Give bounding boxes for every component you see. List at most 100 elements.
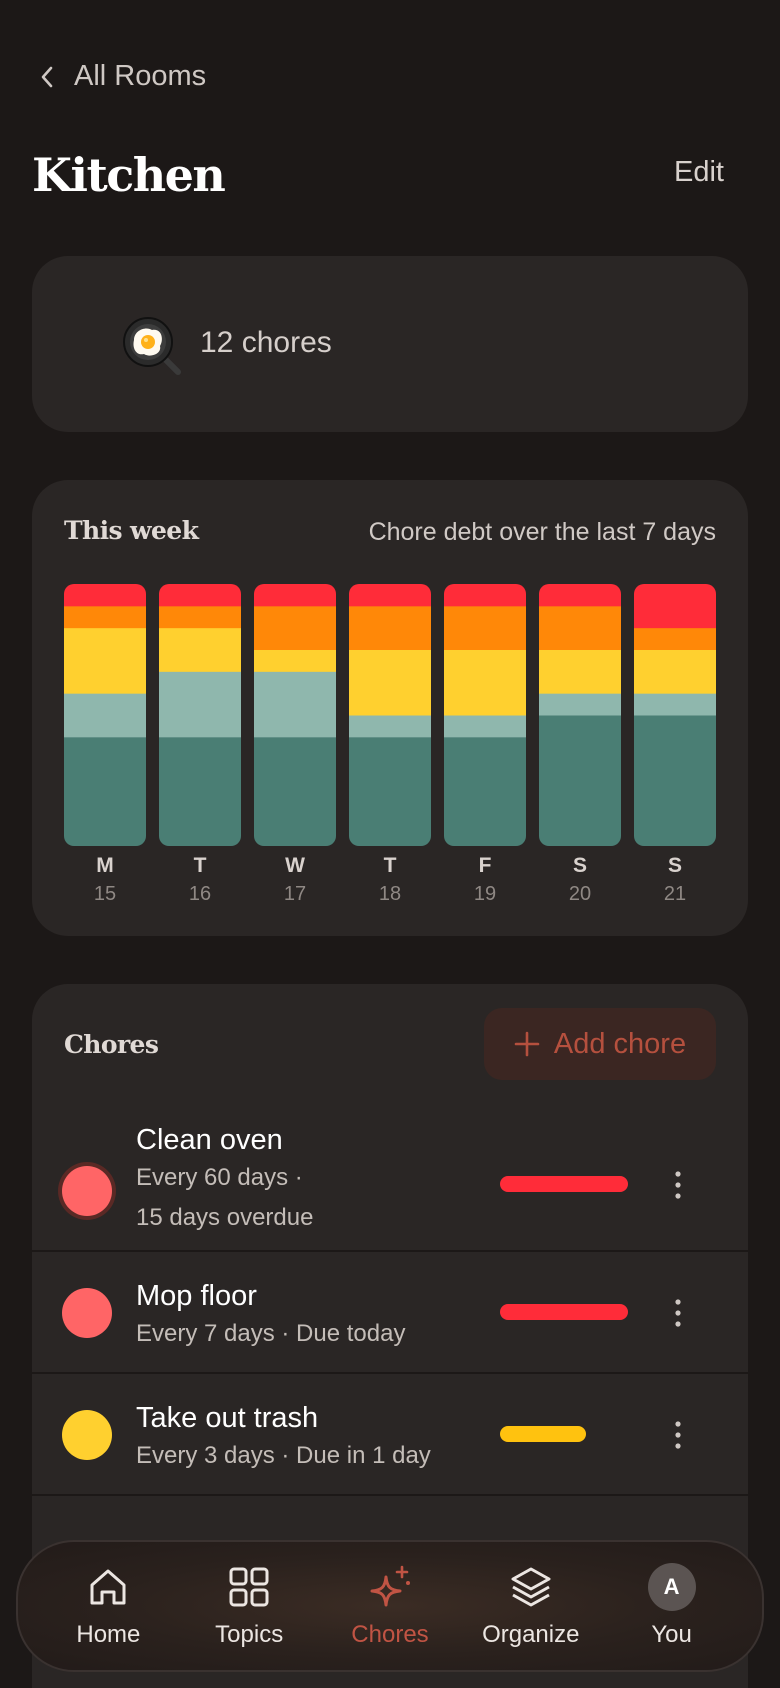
chart-bar-segment: [254, 671, 336, 738]
chart-date-label: 21: [664, 883, 686, 904]
chart-bar-segment: [349, 649, 431, 716]
chart-bar: [539, 584, 621, 846]
chart-bar-segment: [444, 584, 526, 607]
chart-date-label: 20: [569, 883, 591, 904]
chart-bar: [64, 584, 146, 846]
chart-date-label: 19: [474, 883, 496, 904]
week-title: This week: [64, 516, 199, 545]
tab-you[interactable]: A You: [607, 1563, 737, 1649]
chart-bar-segment: [64, 736, 146, 846]
chart-bar-segment: [539, 605, 621, 650]
chart-bar-segment: [159, 584, 241, 607]
sparkle-icon: [370, 1565, 410, 1607]
chore-row[interactable]: Mop floor Every 7 days · Due today: [32, 1252, 748, 1374]
chart-bar-segment: [64, 605, 146, 629]
chart-day-label: F: [479, 854, 492, 877]
chart-bar: [444, 584, 526, 846]
chart-bar-segment: [254, 584, 336, 607]
room-summary-card: 12 chores: [32, 256, 748, 432]
chart-day-label: S: [573, 854, 587, 877]
chore-name: Take out trash: [136, 1402, 319, 1434]
chart-bar-segment: [444, 736, 526, 846]
chore-debt-chart-svg: M 15 T 16 W 17 T 18 F 19 S 20 S 21: [64, 584, 716, 904]
grid-icon: [229, 1567, 269, 1607]
chart-date-label: 17: [284, 883, 306, 904]
chart-bar-segment: [634, 649, 716, 694]
chart-day-label: S: [668, 854, 682, 877]
more-vertical-icon[interactable]: [674, 1170, 682, 1200]
chores-title: Chores: [64, 1030, 159, 1059]
chore-frequency: Every 3 days · Due in 1 day: [136, 1442, 431, 1469]
chart-bar-segment: [539, 693, 621, 716]
chart-day-label: T: [194, 854, 207, 877]
tab-label: You: [651, 1621, 692, 1648]
plus-icon: [514, 1031, 540, 1057]
chart-bar-segment: [349, 736, 431, 846]
chore-debt-bar: [500, 1426, 586, 1442]
chart-bar: [634, 584, 716, 846]
chore-name: Clean oven: [136, 1124, 283, 1156]
chart-date-label: 15: [94, 883, 116, 904]
chart-day-label: T: [384, 854, 397, 877]
chore-debt-chart: M 15 T 16 W 17 T 18 F 19 S 20 S 21: [64, 584, 716, 904]
page-title: Kitchen: [32, 148, 226, 202]
chore-name: Mop floor: [136, 1280, 257, 1312]
chart-bar-segment: [539, 649, 621, 694]
tab-label: Home: [76, 1621, 141, 1648]
chart-bar-segment: [254, 605, 336, 650]
chart-bar-segment: [349, 715, 431, 738]
chore-debt-bar: [500, 1176, 628, 1192]
chart-bar: [349, 584, 431, 846]
chore-frequency: Every 7 days · Due today: [136, 1320, 406, 1347]
chore-status-dot: [62, 1288, 112, 1338]
chevron-left-icon: [41, 66, 53, 87]
chart-bar-segment: [634, 715, 716, 846]
chart-bar-segment: [64, 693, 146, 738]
chart-bar-segment: [634, 627, 716, 650]
chart-bar-segment: [444, 649, 526, 716]
chart-bar: [159, 584, 241, 846]
tab-topics[interactable]: Topics: [184, 1563, 314, 1649]
chart-bar-segment: [254, 736, 336, 846]
tab-label: Topics: [215, 1621, 284, 1648]
tab-organize[interactable]: Organize: [466, 1563, 596, 1649]
layers-icon: [511, 1567, 551, 1607]
chore-due-status: 15 days overdue: [136, 1204, 314, 1231]
add-chore-button[interactable]: Add chore: [484, 1008, 716, 1080]
chart-bar-segment: [444, 605, 526, 650]
chart-bar: [254, 584, 336, 846]
chart-date-label: 16: [189, 883, 211, 904]
tab-home[interactable]: Home: [43, 1563, 173, 1649]
chore-status-dot: [62, 1410, 112, 1460]
avatar: A: [647, 1563, 696, 1611]
more-vertical-icon[interactable]: [674, 1420, 682, 1450]
bottom-tab-bar: Home Topics Chores Organize A You: [16, 1540, 764, 1672]
week-subtitle: Chore debt over the last 7 days: [368, 518, 716, 546]
add-chore-label: Add chore: [553, 1027, 687, 1060]
chart-date-label: 18: [379, 883, 401, 904]
chart-bar-segment: [159, 627, 241, 672]
chart-day-label: W: [285, 854, 305, 877]
home-icon: [90, 1569, 126, 1605]
chart-bar-segment: [159, 605, 241, 629]
tab-label: Organize: [482, 1621, 580, 1648]
edit-button[interactable]: Edit: [674, 156, 724, 189]
chore-row[interactable]: Take out trash Every 3 days · Due in 1 d…: [32, 1374, 748, 1496]
chart-bar-segment: [64, 627, 146, 694]
tab-chores[interactable]: Chores: [325, 1563, 455, 1649]
chore-debt-bar: [500, 1304, 628, 1320]
chart-bar-segment: [634, 584, 716, 629]
fried-egg-pan-icon: [123, 317, 181, 375]
chart-bar-segment: [159, 736, 241, 846]
chore-row[interactable]: Clean oven Every 60 days · 15 days overd…: [32, 1116, 748, 1252]
chart-bar-segment: [539, 715, 621, 846]
chore-status-dot: [62, 1166, 112, 1216]
chart-bar-segment: [539, 584, 621, 607]
tab-label: Chores: [351, 1621, 429, 1648]
more-vertical-icon[interactable]: [674, 1298, 682, 1328]
chart-bar-segment: [349, 605, 431, 650]
back-link[interactable]: All Rooms: [36, 60, 206, 93]
chart-day-label: M: [96, 854, 114, 877]
chart-bar-segment: [159, 671, 241, 738]
chart-bar-segment: [444, 715, 526, 738]
